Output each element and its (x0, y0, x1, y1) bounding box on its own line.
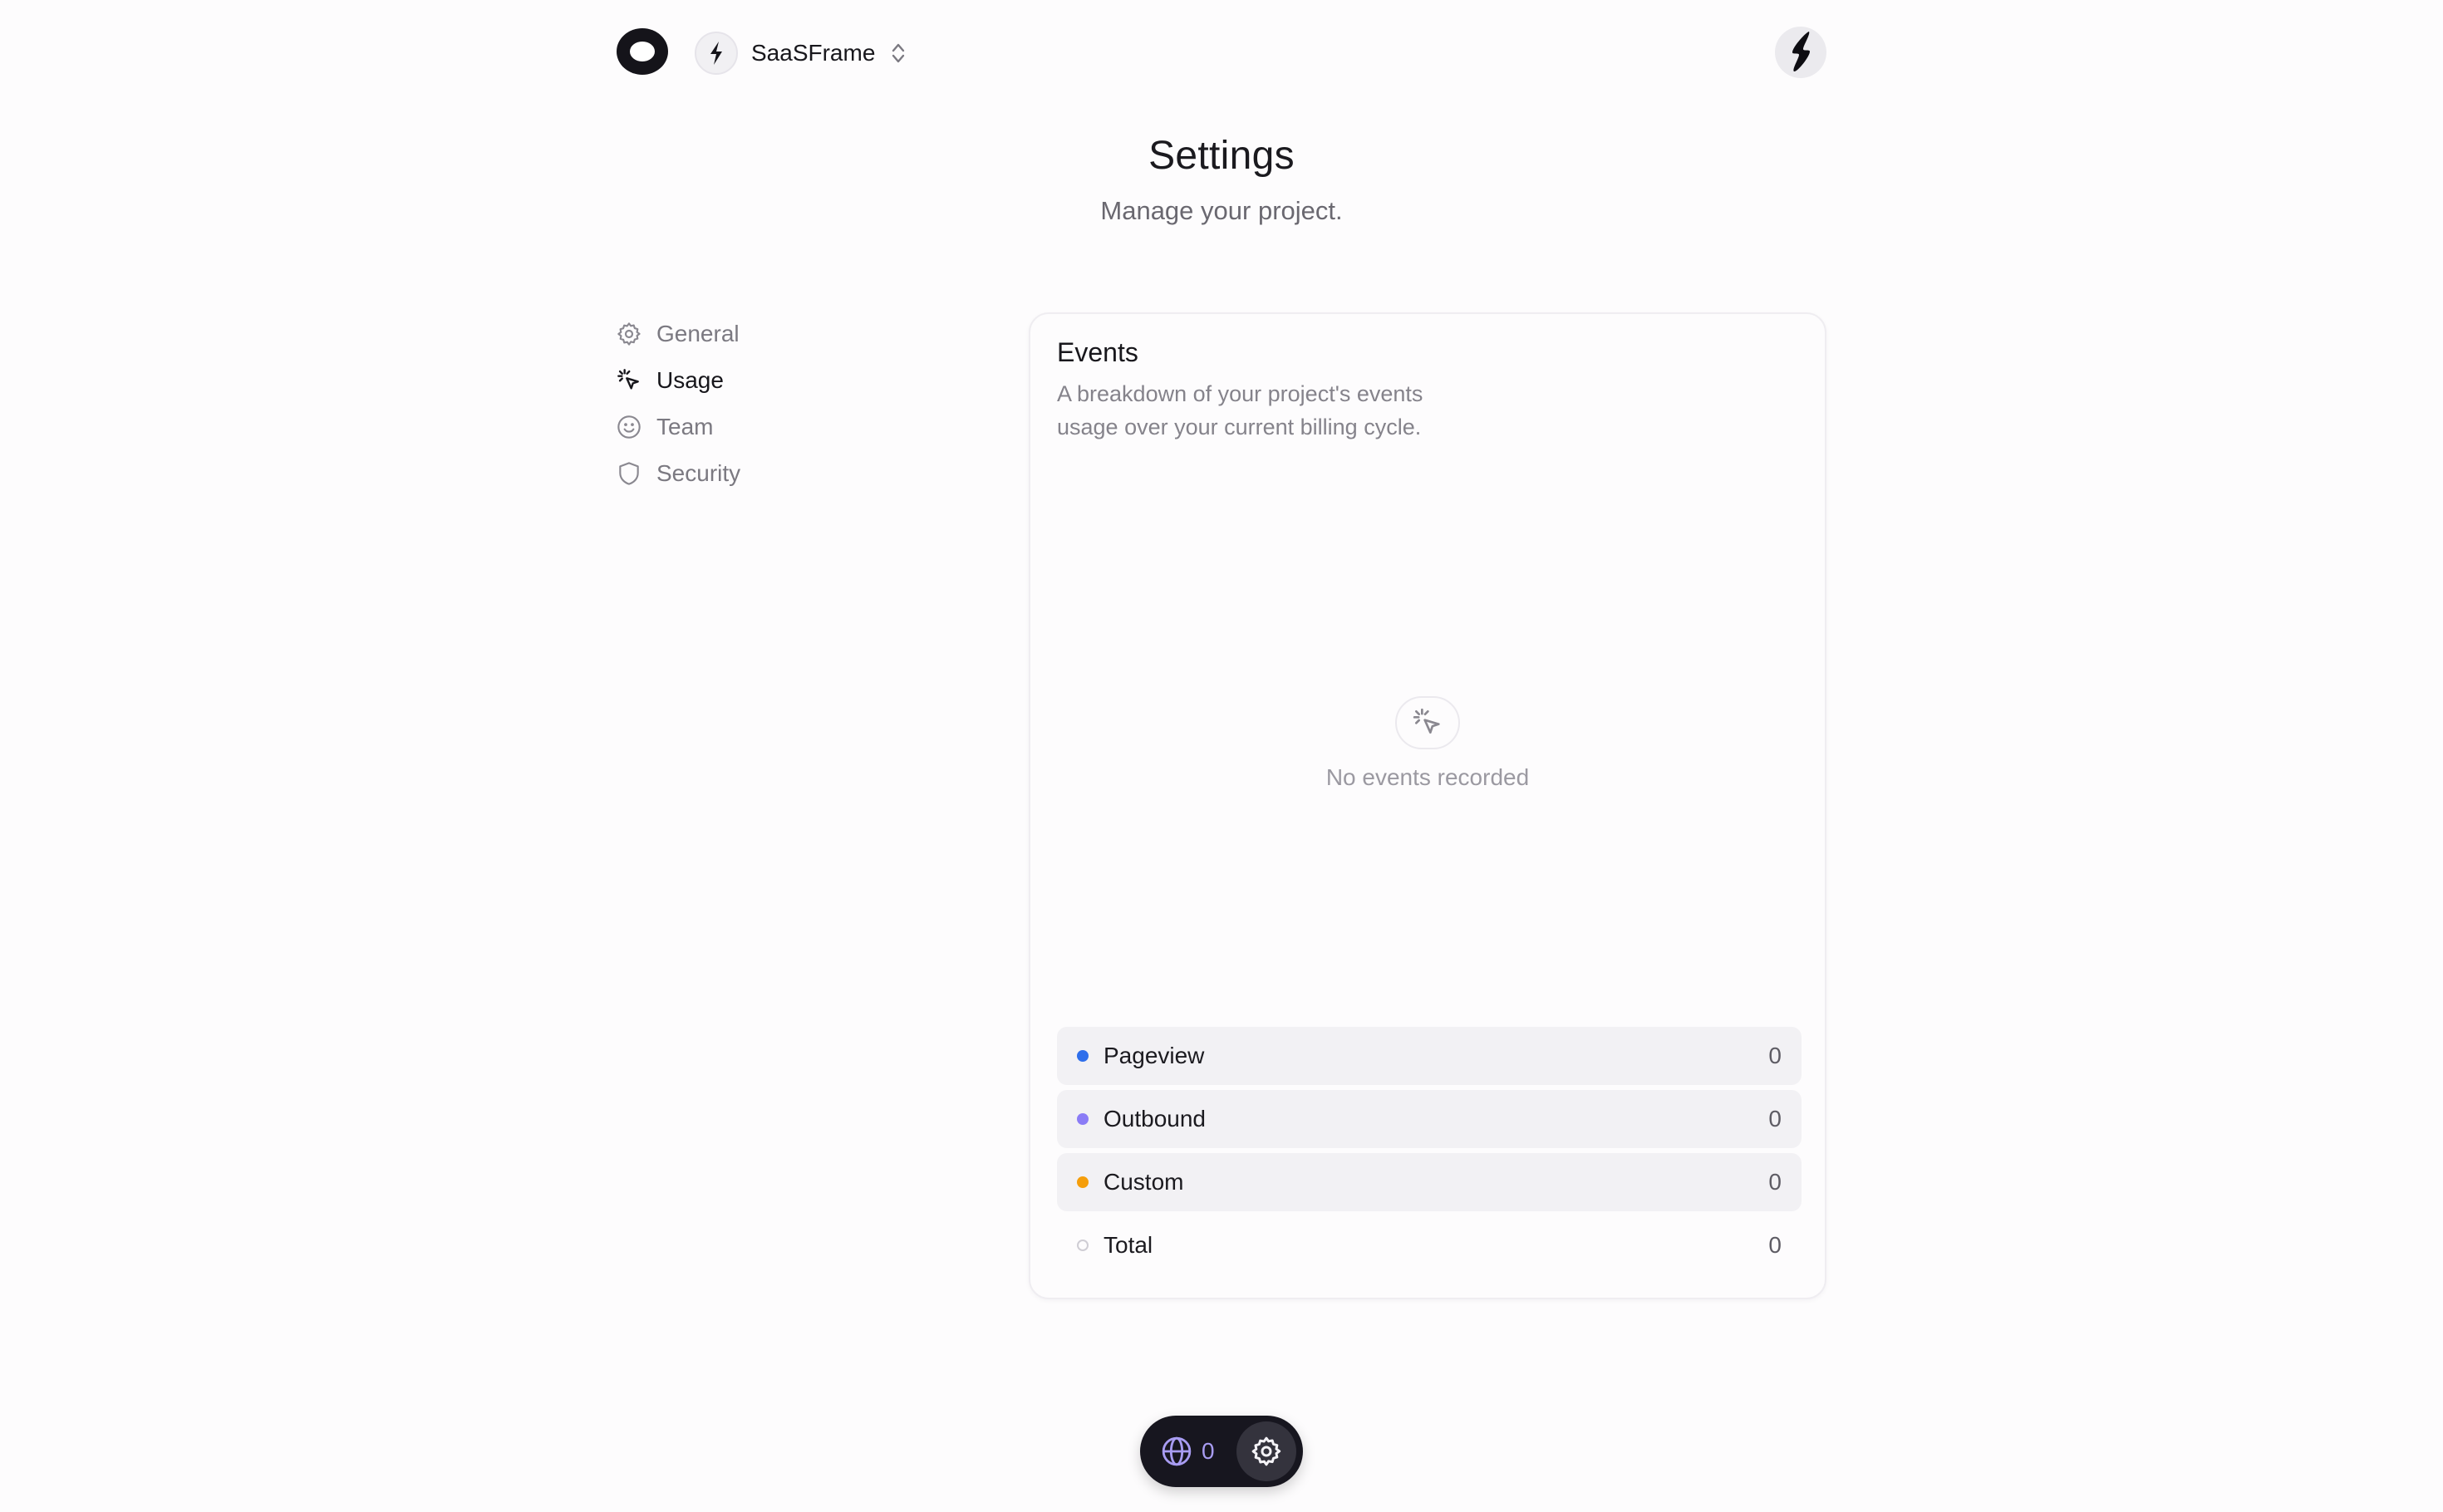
empty-state-text: No events recorded (1325, 764, 1530, 790)
project-name: SaaSFrame (751, 40, 876, 66)
legend-label: Custom (1104, 1169, 1184, 1195)
legend-value: 0 (1768, 1169, 1782, 1195)
sidebar-item-label: General (656, 321, 740, 346)
legend-row-total: Total 0 (1057, 1216, 1802, 1274)
custom-dot (1077, 1176, 1089, 1188)
events-legend: Pageview 0 Outbound 0 Custom 0 Total 0 (1057, 1027, 1802, 1279)
page-subtitle: Manage your project. (1100, 196, 1343, 225)
legend-value: 0 (1768, 1106, 1782, 1132)
lightning-bolt-icon (1792, 32, 1810, 72)
gear-icon (1251, 1436, 1281, 1466)
chevron-up-down-icon (888, 41, 908, 66)
legend-label: Pageview (1104, 1043, 1205, 1068)
ring-logo-icon[interactable] (617, 28, 668, 75)
page-title: Settings (1148, 134, 1295, 178)
lightning-bolt-icon (695, 32, 738, 75)
card-description: A breakdown of your project's events usa… (1057, 381, 1423, 439)
legend-value: 0 (1768, 1232, 1782, 1258)
sidebar-item-label: Team (656, 414, 714, 439)
floating-toolbar: 0 (1140, 1416, 1303, 1487)
user-avatar[interactable] (1775, 27, 1826, 78)
events-card: Events A breakdown of your project's eve… (1029, 312, 1826, 1299)
legend-row-outbound: Outbound 0 (1057, 1090, 1802, 1148)
sidebar-item-usage[interactable]: Usage (615, 357, 897, 404)
legend-label: Outbound (1104, 1106, 1206, 1132)
pageview-dot (1077, 1050, 1089, 1062)
cursor-click-icon (1395, 696, 1460, 749)
legend-row-custom: Custom 0 (1057, 1153, 1802, 1211)
card-title: Events (1057, 337, 1138, 367)
gear-icon (615, 320, 643, 348)
settings-sidebar: General Usage Team Security (615, 311, 897, 497)
project-switcher[interactable]: SaaSFrame (695, 30, 908, 76)
live-visitors-button[interactable]: 0 (1160, 1435, 1215, 1468)
shield-icon (615, 459, 643, 488)
sidebar-item-label: Security (656, 460, 741, 486)
visitor-count: 0 (1202, 1438, 1215, 1464)
legend-label: Total (1104, 1232, 1153, 1258)
outbound-dot (1077, 1113, 1089, 1125)
toolbar-settings-button[interactable] (1236, 1421, 1296, 1481)
empty-state: No events recorded (1030, 696, 1825, 791)
legend-value: 0 (1768, 1043, 1782, 1068)
sidebar-item-security[interactable]: Security (615, 450, 897, 497)
cursor-click-icon (615, 366, 643, 395)
sidebar-item-team[interactable]: Team (615, 404, 897, 450)
globe-icon (1162, 1436, 1192, 1466)
legend-row-pageview: Pageview 0 (1057, 1027, 1802, 1085)
sidebar-item-label: Usage (656, 367, 724, 393)
total-dot (1077, 1240, 1089, 1251)
top-bar: SaaSFrame (0, 0, 2443, 106)
sidebar-item-general[interactable]: General (615, 311, 897, 357)
smiley-icon (615, 413, 643, 441)
